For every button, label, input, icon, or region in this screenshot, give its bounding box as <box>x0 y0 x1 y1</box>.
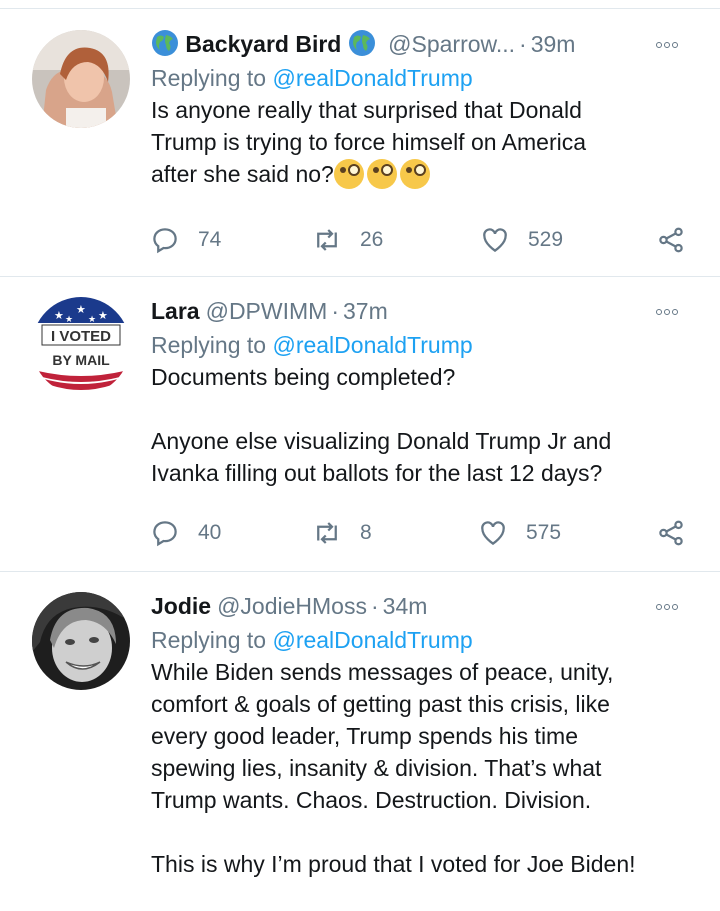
mention-link[interactable]: @realDonaldTrump <box>272 65 472 91</box>
globe-icon <box>151 30 185 57</box>
heart-icon <box>481 521 505 545</box>
separator-dot: · <box>519 31 527 57</box>
reply-button[interactable]: 74 <box>150 220 221 260</box>
like-button[interactable]: 529 <box>480 220 563 260</box>
tweet-text: Is anyone really that surprised that Don… <box>151 97 587 189</box>
avatar[interactable]: ★ ★ ★ ★ ★ I VOTED BY MAIL <box>32 297 130 395</box>
timestamp[interactable]: 39m <box>531 31 576 57</box>
reply-icon <box>153 521 177 547</box>
svg-text:★: ★ <box>98 309 108 322</box>
user-handle[interactable]: @JodieHMoss <box>217 593 367 619</box>
svg-text:★: ★ <box>65 315 73 325</box>
share-button[interactable] <box>656 513 704 553</box>
display-name[interactable]: Jodie <box>151 593 211 619</box>
retweet-button[interactable]: 8 <box>312 513 372 553</box>
avatar[interactable] <box>32 592 130 690</box>
face-with-monocle-icon <box>366 159 397 189</box>
more-options-icon[interactable] <box>656 26 686 62</box>
reply-count: 74 <box>198 228 222 251</box>
avatar[interactable] <box>32 30 130 128</box>
tweet-text: While Biden sends messages of peace, uni… <box>151 659 636 877</box>
tweet[interactable]: Backyard Bird @Sparrow... · 39m Replying t… <box>0 10 720 277</box>
tweet[interactable]: Jodie @JodieHMoss · 34m Replying to @realDo… <box>0 572 720 911</box>
tweet-header: Backyard Bird @Sparrow... · 39m <box>151 26 698 62</box>
user-handle[interactable]: @DPWIMM <box>206 298 328 324</box>
share-icon <box>659 227 683 253</box>
tweet-text: Documents being completed? Anyone else v… <box>151 364 612 486</box>
retweet-button[interactable]: 26 <box>312 220 383 260</box>
reply-icon <box>153 228 177 254</box>
like-count: 575 <box>526 521 562 544</box>
heart-icon <box>483 228 507 252</box>
tweet[interactable]: ★ ★ ★ ★ ★ I VOTED BY MAIL Lara @DPWIMM · 37… <box>0 277 720 572</box>
display-name[interactable]: Lara <box>151 298 200 324</box>
replying-to: Replying to @realDonaldTrump <box>151 332 473 358</box>
share-icon <box>659 520 683 546</box>
svg-text:★: ★ <box>76 303 86 316</box>
svg-text:★: ★ <box>54 309 64 322</box>
face-with-monocle-icon <box>333 159 364 189</box>
more-options-icon[interactable] <box>656 293 686 329</box>
more-options-icon[interactable] <box>656 588 686 624</box>
replying-to: Replying to @realDonaldTrump <box>151 627 473 653</box>
separator-dot: · <box>331 298 339 324</box>
mention-link[interactable]: @realDonaldTrump <box>272 627 472 653</box>
timestamp[interactable]: 37m <box>343 298 388 324</box>
globe-icon <box>341 30 382 57</box>
reply-count: 40 <box>198 521 222 544</box>
tweet-header: Jodie @JodieHMoss · 34m <box>151 588 698 624</box>
share-button[interactable] <box>656 220 704 260</box>
like-button[interactable]: 575 <box>478 513 561 553</box>
retweet-icon <box>317 522 337 544</box>
retweet-count: 26 <box>360 228 384 251</box>
display-name[interactable]: Backyard Bird <box>185 31 341 57</box>
user-handle[interactable]: @Sparrow... <box>388 31 515 57</box>
svg-text:★: ★ <box>88 315 96 325</box>
like-count: 529 <box>528 228 564 251</box>
reply-button[interactable]: 40 <box>150 513 221 553</box>
avatar-label-mail: BY MAIL <box>52 352 110 368</box>
timestamp[interactable]: 34m <box>383 593 428 619</box>
tweet-header: Lara @DPWIMM · 37m <box>151 293 698 329</box>
separator-dot: · <box>370 593 379 619</box>
mention-link[interactable]: @realDonaldTrump <box>272 332 472 358</box>
retweet-count: 8 <box>360 521 372 544</box>
replying-to: Replying to @realDonaldTrump <box>151 65 473 91</box>
top-divider <box>0 0 720 9</box>
avatar-label-voted: I VOTED <box>51 328 111 345</box>
face-with-monocle-icon <box>399 159 430 189</box>
retweet-icon <box>317 229 337 251</box>
